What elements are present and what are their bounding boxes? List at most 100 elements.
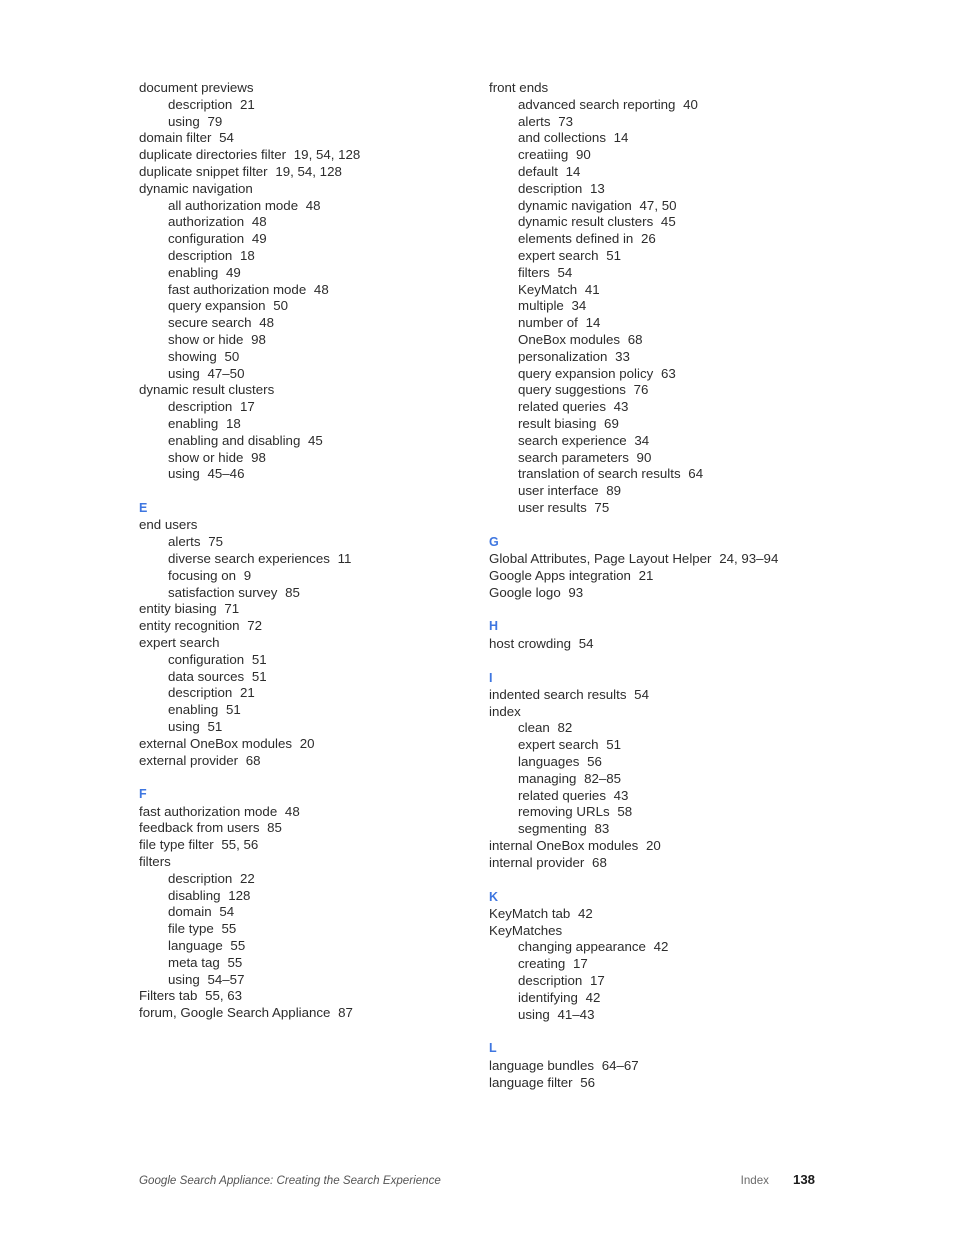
index-entry-pages: 56: [583, 753, 602, 769]
index-column-right: front ends advanced search reporting 40 al…: [489, 80, 829, 1091]
index-entry: Global Attributes, Page Layout Helper 24…: [489, 551, 829, 568]
index-subentry: advanced search reporting 40: [489, 97, 829, 114]
index-entry-term: user interface: [518, 483, 599, 499]
index-entry-term: OneBox modules: [518, 331, 620, 347]
footer-right-group: Index 138: [741, 1172, 815, 1187]
index-subentry: satisfaction survey 85: [139, 585, 479, 602]
index-subentry: enabling 49: [139, 265, 479, 282]
index-entry-term: related queries: [518, 787, 606, 803]
index-entry-term: removing URLs: [518, 804, 610, 820]
index-entry-pages: 33: [611, 348, 630, 364]
index-entry-term: satisfaction survey: [168, 584, 278, 600]
index-subentry: description 17: [489, 973, 829, 990]
index-entry-pages: 58: [613, 804, 633, 820]
index-entry-term: index: [489, 703, 521, 719]
index-entry: duplicate snippet filter 19, 54, 128: [139, 164, 479, 181]
index-entry-term: description: [518, 180, 583, 196]
index-entry-pages: 14: [581, 315, 601, 331]
index-entry-pages: 24, 93–94: [715, 551, 779, 567]
index-subentry: description 21: [139, 97, 479, 114]
index-entry-term: file type: [168, 921, 214, 937]
index-columns: document previews description 21 using 79 d…: [139, 80, 839, 1091]
page-footer: Google Search Appliance: Creating the Se…: [139, 1172, 815, 1187]
index-entry-term: meta tag: [168, 954, 220, 970]
index-entry-pages: 54: [553, 264, 573, 280]
index-entry-pages: 17: [586, 973, 605, 989]
index-subentry: number of 14: [489, 315, 829, 332]
section-letter-heading: K: [489, 889, 499, 904]
index-subentry: show or hide 98: [139, 332, 479, 349]
index-entry-pages: 51: [203, 718, 223, 734]
index-entry-term: duplicate directories filter: [139, 147, 287, 163]
index-subentry: changing appearance 42: [489, 939, 829, 956]
index-entry: fast authorization mode 48: [139, 804, 479, 821]
index-entry-pages: 85: [281, 584, 300, 600]
index-entry-pages: 87: [334, 1005, 353, 1021]
index-entry-pages: 55: [217, 921, 237, 937]
index-section-continued: document previews description 21 using 79 d…: [139, 80, 479, 483]
index-entry-pages: 76: [629, 382, 649, 398]
index-entry-term: filters: [518, 264, 550, 280]
index-entry: indented search results 54: [489, 687, 829, 704]
index-subentry: using 47–50: [139, 366, 479, 383]
index-entry-term: default: [518, 163, 558, 179]
index-subentry: alerts 75: [139, 534, 479, 551]
index-entry-pages: 41: [581, 281, 600, 297]
index-subentry: dynamic navigation 47, 50: [489, 198, 829, 215]
index-entry: dynamic result clusters: [139, 382, 479, 399]
index-subentry: alerts 73: [489, 114, 829, 131]
index-entry-term: multiple: [518, 298, 564, 314]
index-entry-term: fast authorization mode: [139, 803, 278, 819]
index-entry-pages: 68: [588, 854, 607, 870]
index-entry-pages: 64: [684, 466, 704, 482]
index-subentry: configuration 51: [139, 652, 479, 669]
index-entry: document previews: [139, 80, 479, 97]
index-subentry: search experience 34: [489, 433, 829, 450]
index-entry-term: enabling: [168, 415, 219, 431]
index-entry-pages: 21: [634, 567, 654, 583]
index-entry-pages: 13: [586, 180, 605, 196]
index-subentry: languages 56: [489, 754, 829, 771]
index-subentry: result biasing 69: [489, 416, 829, 433]
index-entry-term: show or hide: [168, 331, 244, 347]
index-entry-term: entity biasing: [139, 601, 217, 617]
index-entry-term: enabling and disabling: [168, 432, 301, 448]
index-subentry: description 22: [139, 871, 479, 888]
index-entry-pages: 75: [204, 534, 224, 550]
index-entry-term: using: [518, 1006, 550, 1022]
index-entry-pages: 55: [226, 938, 246, 954]
index-entry: end users: [139, 517, 479, 534]
index-entry-pages: 55, 63: [201, 988, 243, 1004]
index-entry-pages: 50: [269, 298, 289, 314]
index-subentry: dynamic result clusters 45: [489, 214, 829, 231]
index-entry-term: internal OneBox modules: [489, 837, 639, 853]
index-entry: internal OneBox modules 20: [489, 838, 829, 855]
index-subentry: data sources 51: [139, 669, 479, 686]
index-entry-term: diverse search experiences: [168, 551, 330, 567]
index-section-h: Hhost crowding 54: [489, 618, 829, 652]
index-subentry: default 14: [489, 164, 829, 181]
index-entry-pages: 55: [223, 954, 243, 970]
index-entry-term: forum, Google Search Appliance: [139, 1005, 331, 1021]
index-subentry: file type 55: [139, 921, 479, 938]
index-entry-pages: 14: [609, 130, 629, 146]
index-entry-pages: 50: [220, 348, 240, 364]
index-entry-pages: 45: [304, 432, 323, 448]
index-entry: language bundles 64–67: [489, 1058, 829, 1075]
index-entry-pages: 82–85: [580, 770, 622, 786]
index-subentry: description 17: [139, 399, 479, 416]
index-subentry: enabling 51: [139, 702, 479, 719]
index-subentry: meta tag 55: [139, 955, 479, 972]
index-subentry: domain 54: [139, 904, 479, 921]
index-subentry: using 45–46: [139, 466, 479, 483]
index-entry-pages: 18: [236, 247, 255, 263]
index-subentry: diverse search experiences 11: [139, 551, 479, 568]
index-entry-term: Google Apps integration: [489, 567, 631, 583]
index-subentry: query suggestions 76: [489, 382, 829, 399]
index-entry-pages: 49: [222, 264, 241, 280]
index-subentry: show or hide 98: [139, 450, 479, 467]
index-entry-term: indented search results: [489, 686, 627, 702]
index-entry-pages: 63: [657, 365, 676, 381]
index-entry-pages: 48: [248, 214, 267, 230]
index-entry-term: disabling: [168, 887, 221, 903]
